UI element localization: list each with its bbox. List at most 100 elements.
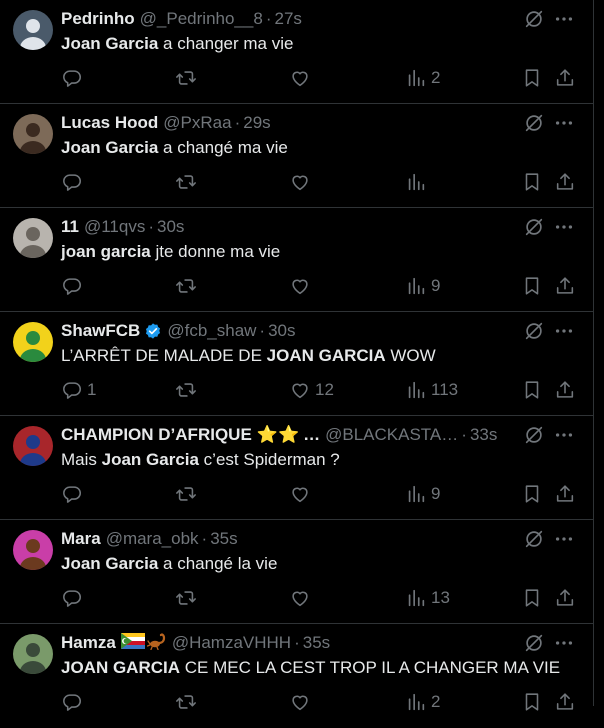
more-options-icon[interactable] — [553, 320, 575, 342]
avatar[interactable] — [13, 426, 53, 466]
grok-icon[interactable] — [523, 8, 545, 30]
repost-button[interactable] — [175, 67, 201, 89]
views-button[interactable]: 113 — [405, 379, 458, 401]
repost-button[interactable] — [175, 379, 201, 401]
share-button[interactable] — [554, 587, 576, 609]
views-button[interactable]: 2 — [405, 691, 440, 713]
more-options-icon[interactable] — [553, 632, 575, 654]
tweet[interactable]: Pedrinho @_Pedrinho__8 · 27s Joan Garcia… — [0, 0, 594, 104]
bookmark-button[interactable] — [521, 171, 543, 193]
views-button[interactable]: 9 — [405, 483, 440, 505]
timestamp[interactable]: 27s — [274, 9, 301, 29]
like-button[interactable] — [289, 587, 315, 609]
reply-button[interactable] — [61, 67, 87, 89]
bookmark-button[interactable] — [521, 587, 543, 609]
tweet[interactable]: CHAMPION D’AFRIQUE ⭐⭐… @BLACKASTA… · 33s … — [0, 416, 594, 520]
timestamp[interactable]: 33s — [470, 425, 497, 445]
grok-icon[interactable] — [523, 320, 545, 342]
like-button[interactable]: 12 — [289, 379, 334, 401]
like-button[interactable] — [289, 171, 315, 193]
avatar[interactable] — [13, 114, 53, 154]
more-options-icon[interactable] — [553, 424, 575, 446]
author-name[interactable]: Pedrinho — [61, 9, 135, 29]
reply-button[interactable] — [61, 483, 87, 505]
tweet[interactable]: Lucas Hood @PxRaa · 29s Joan Garcia a ch… — [0, 104, 594, 208]
grok-icon[interactable] — [523, 528, 545, 550]
grok-icon[interactable] — [523, 424, 545, 446]
bookmark-icon — [525, 277, 539, 295]
timestamp[interactable]: 30s — [268, 321, 295, 341]
reply-button[interactable] — [61, 587, 87, 609]
author-name[interactable]: ShawFCB — [61, 321, 140, 341]
bookmark-button[interactable] — [521, 379, 543, 401]
share-button[interactable] — [554, 691, 576, 713]
tweet[interactable]: Mara @mara_obk · 35s Joan Garcia a chang… — [0, 520, 594, 624]
grok-icon[interactable] — [523, 216, 545, 238]
author-name[interactable]: Hamza — [61, 633, 116, 653]
avatar[interactable] — [13, 322, 53, 362]
bookmark-button[interactable] — [521, 67, 543, 89]
author-name[interactable]: CHAMPION D’AFRIQUE — [61, 425, 252, 445]
views-icon — [408, 485, 425, 503]
repost-button[interactable] — [175, 587, 201, 609]
avatar[interactable] — [13, 530, 53, 570]
views-button[interactable]: 2 — [405, 67, 440, 89]
like-button[interactable] — [289, 483, 315, 505]
repost-button[interactable] — [175, 171, 201, 193]
tweet[interactable]: ShawFCB @fcb_shaw · 30s L’ARRÊT DE MALAD… — [0, 312, 594, 416]
author-handle[interactable]: @BLACKASTA… — [325, 425, 458, 445]
reply-button[interactable] — [61, 691, 87, 713]
share-button[interactable] — [554, 379, 576, 401]
views-button[interactable]: 13 — [405, 587, 450, 609]
repost-button[interactable] — [175, 691, 201, 713]
avatar[interactable] — [13, 218, 53, 258]
bookmark-button[interactable] — [521, 275, 543, 297]
timestamp[interactable]: 30s — [157, 217, 184, 237]
author-name[interactable]: Mara — [61, 529, 101, 549]
highlighted-text: joan garcia — [61, 242, 151, 261]
views-icon — [408, 277, 425, 295]
reply-button[interactable] — [61, 171, 87, 193]
tweet[interactable]: Hamza @HamzaVHHH · 35s JOAN GARCIA CE ME… — [0, 624, 594, 728]
more-options-icon[interactable] — [553, 216, 575, 238]
repost-button[interactable] — [175, 275, 201, 297]
more-options-icon[interactable] — [553, 528, 575, 550]
grok-icon[interactable] — [523, 632, 545, 654]
like-button[interactable] — [289, 691, 315, 713]
views-button[interactable]: 9 — [405, 275, 440, 297]
text-segment: a changer ma vie — [158, 34, 294, 53]
share-button[interactable] — [554, 275, 576, 297]
bookmark-button[interactable] — [521, 483, 543, 505]
share-button[interactable] — [554, 483, 576, 505]
reply-button[interactable]: 1 — [61, 379, 96, 401]
tweet-text: JOAN GARCIA CE MEC LA CEST TROP IL A CHA… — [61, 658, 560, 678]
share-button[interactable] — [554, 171, 576, 193]
author-handle[interactable]: @fcb_shaw — [167, 321, 256, 341]
timestamp[interactable]: 35s — [210, 529, 237, 549]
views-button[interactable] — [405, 171, 431, 193]
like-button[interactable] — [289, 67, 315, 89]
timestamp[interactable]: 35s — [303, 633, 330, 653]
avatar[interactable] — [13, 10, 53, 50]
tweet[interactable]: 11 @11qvs · 30s joan garcia jte donne ma… — [0, 208, 594, 312]
share-button[interactable] — [554, 67, 576, 89]
like-button[interactable] — [289, 275, 315, 297]
text-segment: jte donne ma vie — [150, 242, 281, 261]
more-options-icon[interactable] — [553, 8, 575, 30]
more-options-icon[interactable] — [553, 112, 575, 134]
timestamp[interactable]: 29s — [243, 113, 270, 133]
grok-icon[interactable] — [523, 112, 545, 134]
author-handle[interactable]: @mara_obk — [106, 529, 199, 549]
author-name[interactable]: Lucas Hood — [61, 113, 158, 133]
bookmark-button[interactable] — [521, 691, 543, 713]
views-count: 2 — [431, 692, 441, 711]
avatar[interactable] — [13, 634, 53, 674]
author-handle[interactable]: @11qvs — [84, 217, 145, 237]
repost-button[interactable] — [175, 483, 201, 505]
author-handle[interactable]: @PxRaa — [163, 113, 231, 133]
reply-button[interactable] — [61, 275, 87, 297]
views-icon — [408, 381, 425, 399]
author-handle[interactable]: @_Pedrinho__8 — [140, 9, 263, 29]
author-handle[interactable]: @HamzaVHHH — [172, 633, 291, 653]
author-name[interactable]: 11 — [61, 217, 79, 237]
